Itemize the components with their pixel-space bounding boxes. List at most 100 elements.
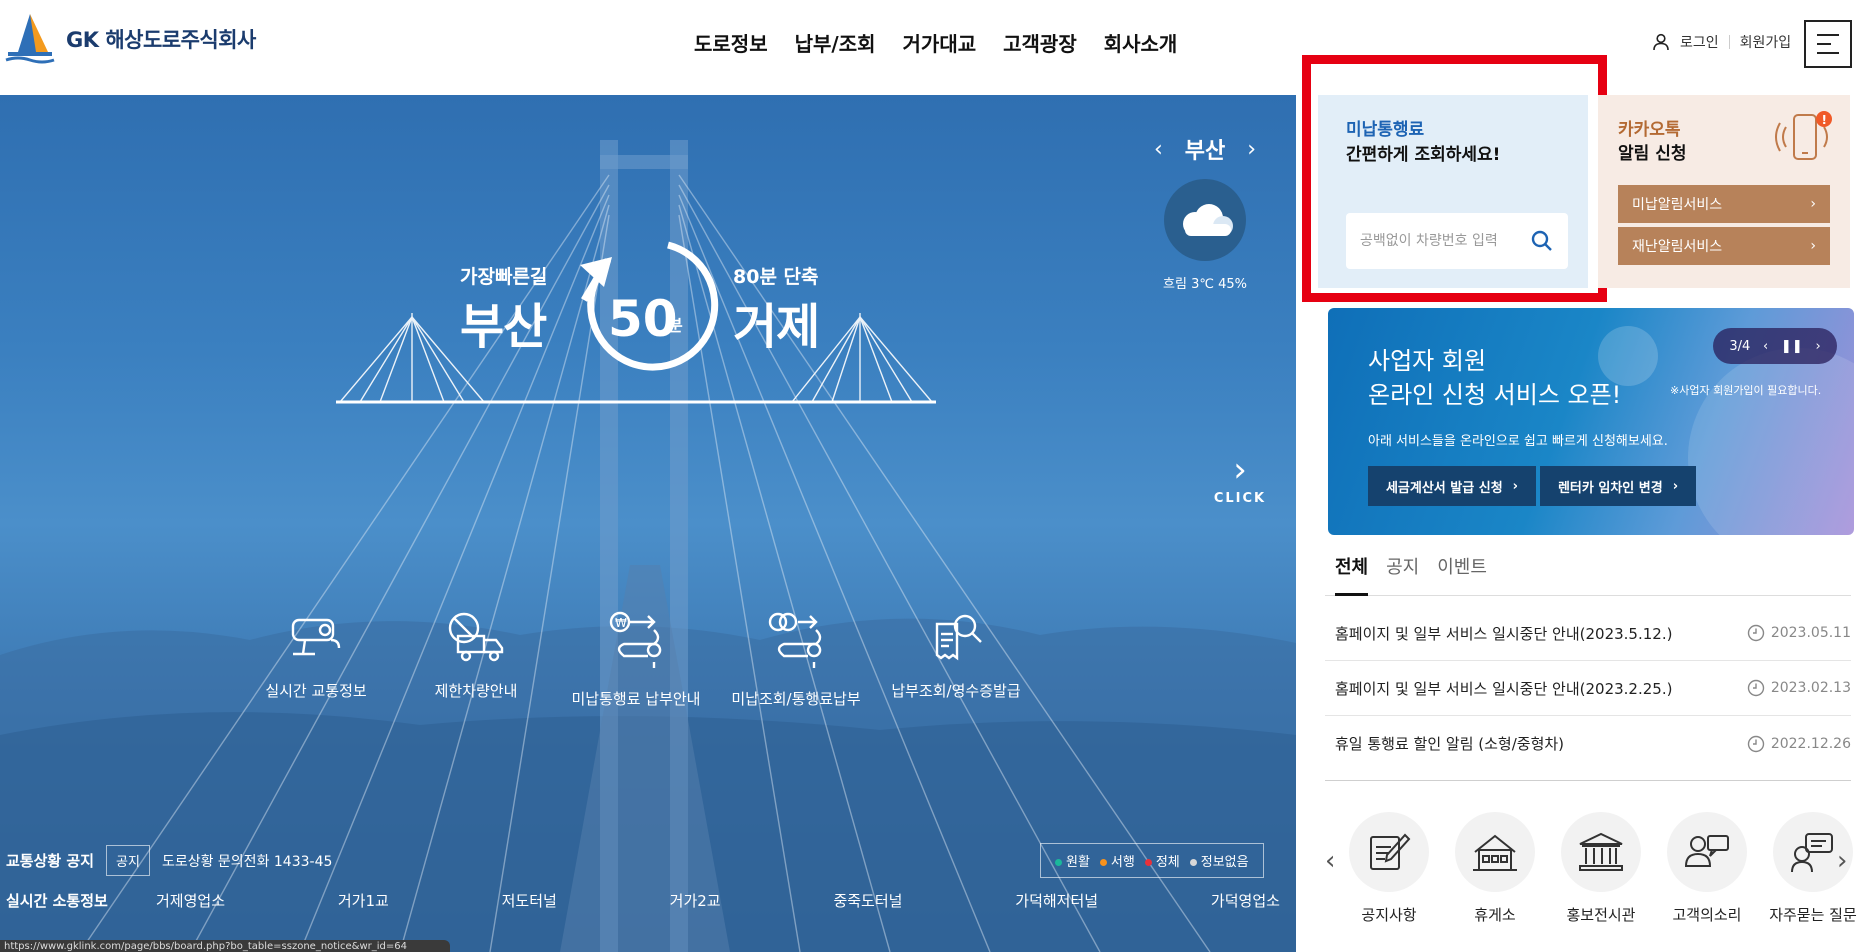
tab-event[interactable]: 이벤트 — [1437, 556, 1487, 596]
traffic-point[interactable]: 거제영업소 — [156, 890, 225, 911]
legend-congested: 정체 — [1144, 851, 1180, 870]
quick-link-label: 미납통행료 납부안내 — [571, 690, 701, 708]
main-nav: 도로정보 납부/조회 거가대교 고객광장 회사소개 — [694, 28, 1177, 57]
slogan-right-sub: 80분 단축 — [733, 266, 819, 288]
status-dot-icon — [1144, 859, 1152, 866]
exhibition-hall-icon — [1579, 832, 1623, 871]
shortcut-rest-area[interactable]: 휴게소 — [1447, 812, 1543, 925]
menu-line-icon — [1817, 34, 1839, 36]
nav-item-company[interactable]: 회사소개 — [1104, 28, 1178, 57]
realtime-traffic-row: 실시간 소통정보 거제영업소 거가1교 저도터널 거가2교 중죽도터널 가덕해저… — [6, 890, 1286, 911]
divider — [1728, 35, 1730, 49]
signup-link[interactable]: 회원가입 — [1740, 32, 1792, 52]
unpaid-toll-route-icon: ₩ — [609, 611, 662, 668]
utility-links: 로그인 회원가입 — [1652, 32, 1791, 52]
logo[interactable]: GK 해상도로주식회사 — [4, 12, 256, 66]
chevron-right-icon: › — [1512, 478, 1519, 494]
shortcuts-next-button[interactable]: › — [1837, 846, 1847, 876]
login-link[interactable]: 로그인 — [1680, 32, 1719, 52]
traffic-point[interactable]: 저도터널 — [502, 890, 557, 911]
notice-text[interactable]: 도로상황 문의전화 1433-45 — [162, 851, 332, 871]
news-date-text: 2023.05.11 — [1770, 625, 1851, 641]
shortcut-label: 휴게소 — [1474, 906, 1516, 924]
rest-area-icon — [1473, 834, 1517, 871]
quick-link-restricted-vehicle[interactable]: 제한차량안내 — [396, 610, 556, 701]
weather-prev-button[interactable]: ‹ — [1154, 137, 1163, 162]
traffic-point[interactable]: 가덕해저터널 — [1015, 890, 1098, 911]
kakao-alert-panel: 카카오톡 알림 신청 ! 미납알림서비스 › 재난알림서비스 › — [1598, 95, 1850, 288]
status-dot-icon — [1055, 859, 1062, 866]
chevron-right-icon: › — [1672, 478, 1679, 494]
traffic-point[interactable]: 중죽도터널 — [833, 890, 902, 911]
news-title: 홈페이지 및 일부 서비스 일시중단 안내(2023.5.12.) — [1335, 624, 1673, 643]
svg-text:₩: ₩ — [615, 616, 627, 630]
notice-tag: 공지 — [106, 845, 150, 876]
banner-pager: 3/4 ‹ ❚❚ › — [1713, 328, 1837, 364]
alert-badge: ! — [1822, 113, 1827, 127]
quick-link-label: 실시간 교통정보 — [265, 682, 367, 700]
news-date: 2022.12.26 — [1747, 735, 1851, 753]
quick-link-label: 미납조회/통행료납부 — [731, 690, 861, 708]
list-item[interactable]: 홈페이지 및 일부 서비스 일시중단 안내(2023.5.12.) 2023.0… — [1325, 606, 1851, 661]
clock-icon — [1747, 679, 1765, 697]
banner-pause-icon[interactable]: ❚❚ — [1781, 339, 1803, 354]
customer-voice-icon — [1684, 835, 1729, 867]
list-item[interactable]: 휴일 통행료 할인 알림 (소형/중형차) 2022.12.26 — [1325, 716, 1851, 771]
button-label: 미납알림서비스 — [1632, 197, 1723, 213]
disaster-alert-service-button[interactable]: 재난알림서비스 › — [1618, 227, 1830, 265]
traffic-title: 실시간 소통정보 — [6, 892, 108, 910]
nav-item-road-info[interactable]: 도로정보 — [694, 28, 768, 57]
banner-next-icon[interactable]: › — [1815, 339, 1820, 354]
slogan-minutes-unit: 분 — [668, 316, 683, 335]
legend-smooth: 원활 — [1055, 851, 1090, 870]
notice-pen-icon — [1370, 833, 1411, 870]
shortcut-notice[interactable]: 공지사항 — [1341, 812, 1437, 925]
tax-invoice-request-button[interactable]: 세금계산서 발급 신청 › — [1368, 466, 1536, 506]
toll-payment-route-icon — [768, 612, 822, 668]
nav-item-payment[interactable]: 납부/조회 — [795, 28, 876, 57]
slogan-left-main: 부산 — [460, 299, 547, 355]
traffic-points: 거제영업소 거가1교 저도터널 거가2교 중죽도터널 가덕해저터널 가덕영업소 — [156, 890, 1286, 911]
phone-alert-icon: ! — [1775, 111, 1832, 160]
divider — [1325, 780, 1851, 781]
service-shortcuts: ‹ 공지사항 휴게소 홍보전시관 고객의소리 자주묻는 질문 › — [1325, 812, 1857, 932]
weather-info: 흐림 3℃ 45% — [1163, 277, 1247, 292]
shortcuts-prev-button[interactable]: ‹ — [1325, 846, 1335, 876]
business-member-banner[interactable]: 사업자 회원 온라인 신청 서비스 오픈! ※사업자 회원가입이 필요합니다. … — [1328, 308, 1854, 535]
tab-notice[interactable]: 공지 — [1386, 556, 1419, 596]
rental-lessee-change-button[interactable]: 렌터카 임차인 변경 › — [1540, 466, 1696, 506]
weather-city: 부산 — [1184, 139, 1226, 164]
hamburger-menu-button[interactable] — [1804, 20, 1852, 68]
news-date: 2023.05.11 — [1747, 624, 1851, 642]
nav-item-customer[interactable]: 고객광장 — [1003, 28, 1077, 57]
status-dot-icon — [1099, 859, 1107, 866]
traffic-point[interactable]: 거가2교 — [670, 890, 721, 911]
hero-click-button[interactable]: › CLICK — [1210, 453, 1270, 506]
banner-prev-icon[interactable]: ‹ — [1763, 339, 1768, 354]
traffic-point[interactable]: 가덕영업소 — [1211, 890, 1280, 911]
chevron-right-icon: › — [1233, 450, 1247, 490]
nav-item-geoga-bridge[interactable]: 거가대교 — [903, 28, 977, 57]
button-label: 렌터카 임차인 변경 — [1557, 480, 1663, 496]
unpaid-alert-service-button[interactable]: 미납알림서비스 › — [1618, 185, 1830, 223]
quick-link-unpaid-lookup-payment[interactable]: 미납조회/통행료납부 — [716, 610, 876, 709]
traffic-point[interactable]: 거가1교 — [338, 890, 389, 911]
banner-title-line: 온라인 신청 서비스 오픈! — [1368, 381, 1622, 409]
board-tabs: 전체 공지 이벤트 — [1325, 556, 1851, 596]
news-title: 홈페이지 및 일부 서비스 일시중단 안내(2023.2.25.) — [1335, 679, 1673, 698]
slogan-left-sub: 가장빠른길 — [460, 266, 548, 288]
quick-link-realtime-traffic[interactable]: 실시간 교통정보 — [236, 610, 396, 701]
notice-title: 교통상황 공지 — [6, 852, 95, 870]
tab-all[interactable]: 전체 — [1335, 556, 1369, 596]
kakao-subtitle: 알림 신청 — [1618, 144, 1687, 164]
news-date: 2023.02.13 — [1747, 679, 1851, 697]
shortcut-customer-voice[interactable]: 고객의소리 — [1659, 812, 1755, 925]
shortcut-exhibition[interactable]: 홍보전시관 — [1553, 812, 1649, 925]
quick-link-payment-receipt[interactable]: 납부조회/영수증발급 — [876, 610, 1036, 701]
quick-link-unpaid-toll-guide[interactable]: ₩ 미납통행료 납부안내 — [556, 610, 716, 709]
click-label: CLICK — [1213, 491, 1267, 506]
restricted-truck-icon — [448, 612, 504, 662]
bridge-background-graphic — [0, 140, 1296, 952]
list-item[interactable]: 홈페이지 및 일부 서비스 일시중단 안내(2023.2.25.) 2023.0… — [1325, 661, 1851, 716]
weather-next-button[interactable]: › — [1247, 137, 1256, 162]
